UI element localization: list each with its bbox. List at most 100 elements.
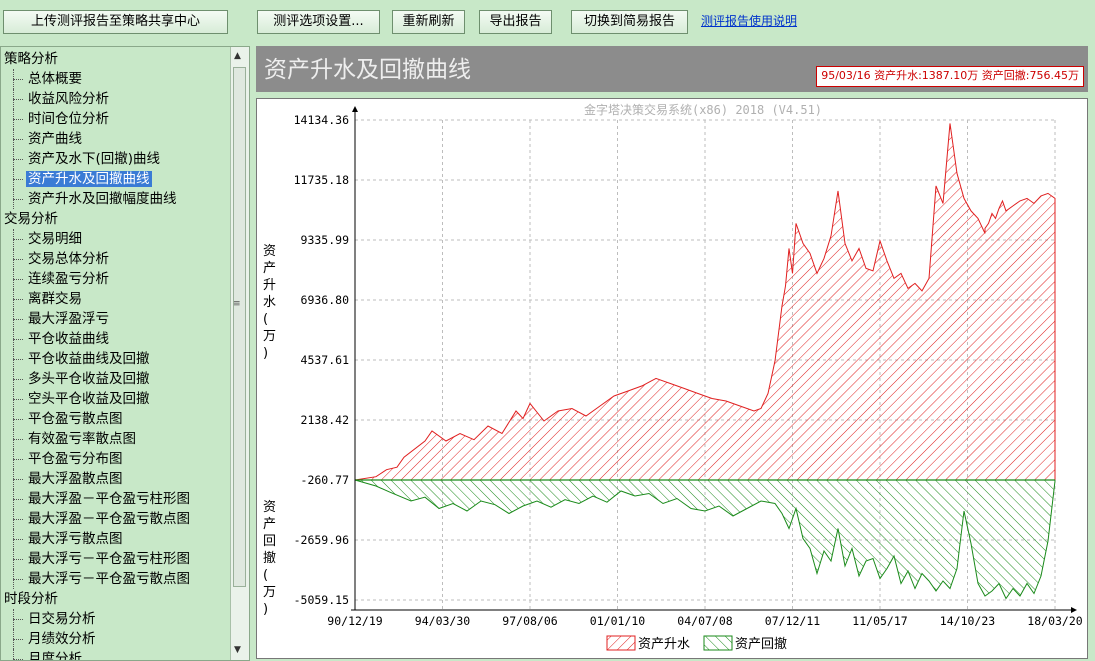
nav-item[interactable]: 最大浮亏－平仓盈亏柱形图 bbox=[1, 549, 231, 569]
nav-tree: 策略分析 总体概要 收益风险分析 时间仓位分析 资产曲线 资产及水下(回撤)曲线 资产升水及… bbox=[1, 49, 231, 661]
refresh-button[interactable]: 重新刷新 bbox=[392, 10, 465, 34]
sidebar-scrollbar[interactable]: ▲ ≡ ▼ bbox=[230, 47, 249, 660]
nav-item[interactable]: 交易明细 bbox=[1, 229, 231, 249]
nav-item-label: 日交易分析 bbox=[28, 611, 96, 627]
y-tick-label: 4537.61 bbox=[301, 353, 350, 367]
nav-item[interactable]: 收益风险分析 bbox=[1, 89, 231, 109]
nav-item-label: 时间仓位分析 bbox=[28, 111, 109, 127]
y-tick-label: 11735.18 bbox=[294, 173, 349, 187]
scroll-down-icon[interactable]: ▼ bbox=[234, 645, 241, 655]
nav-item[interactable]: 交易总体分析 bbox=[1, 249, 231, 269]
nav-item[interactable]: 资产升水及回撤幅度曲线 bbox=[1, 189, 231, 209]
nav-item[interactable]: 最大浮亏散点图 bbox=[1, 529, 231, 549]
nav-item[interactable]: 最大浮盈－平仓盈亏柱形图 bbox=[1, 489, 231, 509]
nav-item[interactable]: 时间仓位分析 bbox=[1, 109, 231, 129]
nav-item[interactable]: 月绩效分析 bbox=[1, 629, 231, 649]
nav-item-label: 有效盈亏率散点图 bbox=[28, 431, 136, 447]
nav-item[interactable]: 资产及水下(回撤)曲线 bbox=[1, 149, 231, 169]
nav-item-label: 最大浮盈－平仓盈亏散点图 bbox=[28, 511, 190, 527]
nav-item-label: 离群交易 bbox=[28, 291, 82, 307]
nav-item-label: 资产升水及回撤曲线 bbox=[26, 171, 152, 187]
nav-item-label: 平仓收益曲线 bbox=[28, 331, 109, 347]
legend-label: 资产回撤 bbox=[735, 636, 787, 652]
nav-item[interactable]: 平仓盈亏分布图 bbox=[1, 449, 231, 469]
nav-item[interactable]: 平仓收益曲线 bbox=[1, 329, 231, 349]
chart-panel: 金字塔决策交易系统(x86) 2018 (V4.51) 14134.36 1173… bbox=[256, 98, 1088, 659]
page-title: 资产升水及回撤曲线 bbox=[264, 57, 471, 83]
nav-item-label: 平仓盈亏分布图 bbox=[28, 451, 123, 467]
nav-item[interactable]: 最大浮盈散点图 bbox=[1, 469, 231, 489]
nav-item-label: 最大浮盈散点图 bbox=[28, 471, 123, 487]
nav-item[interactable]: 最大浮盈－平仓盈亏散点图 bbox=[1, 509, 231, 529]
nav-item[interactable]: 最大浮亏－平仓盈亏散点图 bbox=[1, 569, 231, 589]
nav-item-label: 月度分析 bbox=[28, 651, 82, 661]
x-tick-label: 94/03/30 bbox=[415, 614, 470, 628]
chart-watermark: 金字塔决策交易系统(x86) 2018 (V4.51) bbox=[584, 102, 822, 117]
nav-item-label: 交易明细 bbox=[28, 231, 82, 247]
export-report-button[interactable]: 导出报告 bbox=[479, 10, 552, 34]
toolbar: 上传测评报告至策略共享中心 测评选项设置... 重新刷新 导出报告 切换到简易报… bbox=[0, 0, 1095, 44]
nav-item-label: 最大浮亏散点图 bbox=[28, 531, 123, 547]
nav-item-label: 交易总体分析 bbox=[28, 251, 109, 267]
x-tick-label: 18/03/20 bbox=[1027, 614, 1082, 628]
nav-item-label: 平仓收益曲线及回撤 bbox=[28, 351, 150, 367]
series-area-1 bbox=[355, 480, 1055, 599]
x-tick-label: 01/01/10 bbox=[590, 614, 645, 628]
y-axis-arrow-icon bbox=[352, 106, 358, 112]
legend-swatch bbox=[606, 635, 636, 651]
sidebar: 策略分析 总体概要 收益风险分析 时间仓位分析 资产曲线 资产及水下(回撤)曲线 资产升水及… bbox=[0, 46, 250, 661]
scroll-up-icon[interactable]: ▲ bbox=[234, 51, 241, 61]
nav-item[interactable]: 连续盈亏分析 bbox=[1, 269, 231, 289]
x-tick-label: 11/05/17 bbox=[852, 614, 907, 628]
nav-item[interactable]: 月度分析 bbox=[1, 649, 231, 661]
panel-header: 资产升水及回撤曲线 95/03/16 资产升水:1387.10万 资产回撤:75… bbox=[256, 46, 1088, 92]
nav-item[interactable]: 空头平仓收益及回撤 bbox=[1, 389, 231, 409]
x-axis-arrow-icon bbox=[1071, 607, 1077, 613]
upload-report-button[interactable]: 上传测评报告至策略共享中心 bbox=[3, 10, 228, 34]
x-tick-label: 14/10/23 bbox=[940, 614, 995, 628]
equity-drawdown-chart: 金字塔决策交易系统(x86) 2018 (V4.51) 14134.36 1173… bbox=[263, 102, 1083, 652]
nav-item[interactable]: 资产曲线 bbox=[1, 129, 231, 149]
test-options-button[interactable]: 测评选项设置... bbox=[257, 10, 380, 34]
nav-item-label: 最大浮亏－平仓盈亏散点图 bbox=[28, 571, 190, 587]
y-tick-label: -2659.96 bbox=[294, 533, 349, 547]
nav-item[interactable]: 资产升水及回撤曲线 bbox=[1, 169, 231, 189]
nav-item-label: 最大浮盈浮亏 bbox=[28, 311, 109, 327]
y-tick-label: 2138.42 bbox=[301, 413, 349, 427]
nav-item[interactable]: 总体概要 bbox=[1, 69, 231, 89]
nav-item-label: 总体概要 bbox=[28, 71, 82, 87]
nav-group[interactable]: 策略分析 bbox=[1, 49, 231, 69]
scroll-thumb[interactable] bbox=[233, 67, 246, 587]
y-tick-label: -260.77 bbox=[301, 473, 350, 487]
nav-item-label: 平仓盈亏散点图 bbox=[28, 411, 123, 427]
nav-item[interactable]: 平仓收益曲线及回撤 bbox=[1, 349, 231, 369]
nav-item-label: 收益风险分析 bbox=[28, 91, 109, 107]
switch-simple-report-button[interactable]: 切换到简易报告 bbox=[571, 10, 688, 34]
y-tick-label: 6936.80 bbox=[301, 293, 350, 307]
nav-item[interactable]: 多头平仓收益及回撤 bbox=[1, 369, 231, 389]
x-tick-label: 04/07/08 bbox=[677, 614, 732, 628]
y-tick-label: 14134.36 bbox=[294, 113, 349, 127]
nav-item-label: 月绩效分析 bbox=[28, 631, 96, 647]
nav-item[interactable]: 有效盈亏率散点图 bbox=[1, 429, 231, 449]
grip-icon: ≡ bbox=[233, 299, 241, 309]
x-tick-label: 90/12/19 bbox=[327, 614, 382, 628]
nav-item-label: 空头平仓收益及回撤 bbox=[28, 391, 150, 407]
nav-item-label: 资产及水下(回撤)曲线 bbox=[28, 151, 161, 167]
status-readout: 95/03/16 资产升水:1387.10万 资产回撤:756.45万 bbox=[816, 66, 1084, 87]
nav-item[interactable]: 最大浮盈浮亏 bbox=[1, 309, 231, 329]
x-tick-label: 07/12/11 bbox=[765, 614, 820, 628]
nav-item-label: 最大浮亏－平仓盈亏柱形图 bbox=[28, 551, 190, 567]
legend-swatch bbox=[703, 635, 733, 651]
nav-group[interactable]: 交易分析 bbox=[1, 209, 231, 229]
help-link[interactable]: 测评报告使用说明 bbox=[701, 12, 797, 29]
nav-item-label: 多头平仓收益及回撤 bbox=[28, 371, 150, 387]
y-tick-label: -5059.15 bbox=[294, 593, 349, 607]
legend-label: 资产升水 bbox=[638, 637, 690, 652]
nav-item-label: 连续盈亏分析 bbox=[28, 271, 109, 287]
nav-group[interactable]: 时段分析 bbox=[1, 589, 231, 609]
nav-item[interactable]: 日交易分析 bbox=[1, 609, 231, 629]
nav-item[interactable]: 平仓盈亏散点图 bbox=[1, 409, 231, 429]
y-tick-label: 9335.99 bbox=[301, 233, 350, 247]
nav-item[interactable]: 离群交易 bbox=[1, 289, 231, 309]
